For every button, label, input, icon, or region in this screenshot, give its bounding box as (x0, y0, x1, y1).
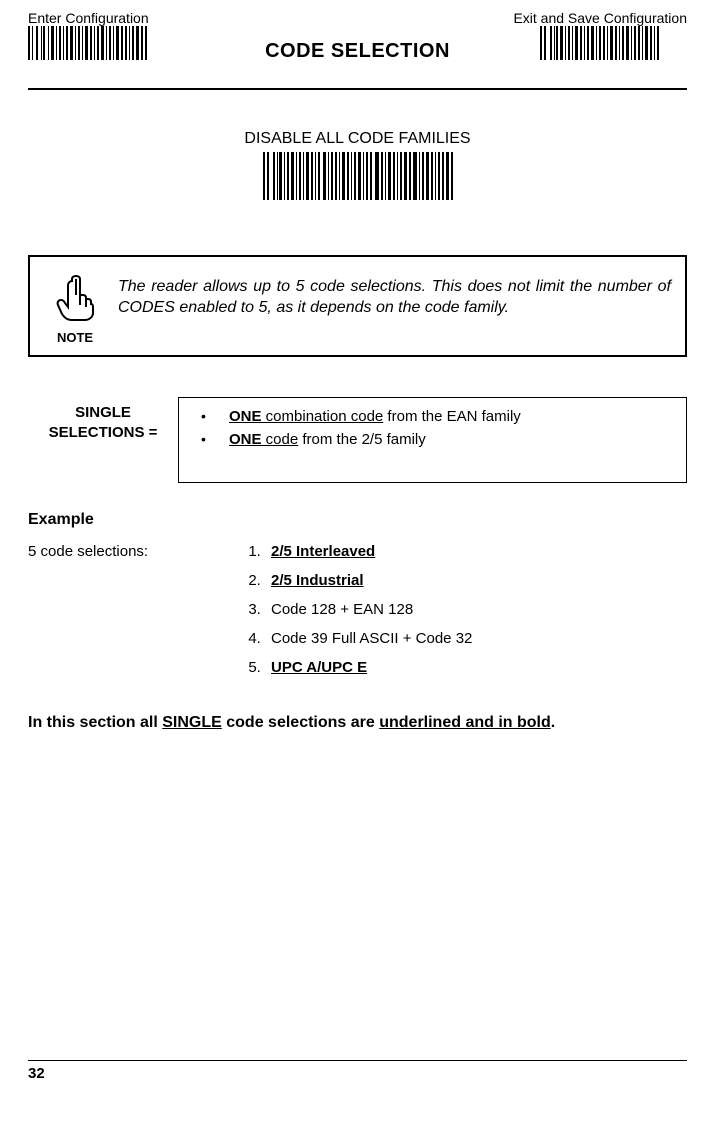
single-item-ean-underline: combination code (262, 408, 384, 425)
single-selections-label: SINGLE SELECTIONS = (28, 397, 178, 442)
single-item-25-underline: code (262, 431, 299, 448)
page-title: CODE SELECTION (28, 40, 687, 63)
exit-config-label: Exit and Save Configuration (513, 10, 687, 26)
single-label-line2: SELECTIONS = (49, 424, 158, 441)
enter-config-label: Enter Configuration (28, 10, 149, 26)
single-item-ean-rest: from the EAN family (383, 408, 521, 425)
header-row: Enter Configuration (28, 10, 687, 70)
single-item-ean-one: ONE (229, 408, 262, 425)
rule-pre: In this section all (28, 714, 162, 731)
example-left-label: 5 code selections: (28, 543, 243, 560)
single-item-25: ONE code from the 2/5 family (201, 431, 664, 448)
header-divider (28, 88, 687, 90)
example-item-1: 2/5 Interleaved (265, 543, 472, 560)
example-heading: Example (28, 511, 687, 529)
example-item-3-text: Code 128 + EAN 128 (271, 601, 413, 618)
pointing-hand-icon (55, 308, 95, 325)
rule-between: code selections are (222, 714, 379, 731)
disable-all-block: DISABLE ALL CODE FAMILIES (28, 130, 687, 205)
example-item-2: 2/5 Industrial (265, 572, 472, 589)
rule-text: In this section all SINGLE code selectio… (28, 714, 687, 732)
example-item-3: Code 128 + EAN 128 (265, 601, 472, 618)
disable-all-label: DISABLE ALL CODE FAMILIES (28, 130, 687, 148)
single-selections-row: SINGLE SELECTIONS = ONE combination code… (28, 397, 687, 483)
rule-mid: SINGLE (162, 714, 222, 731)
example-item-4: Code 39 Full ASCII + Code 32 (265, 630, 472, 647)
rule-end: underlined and in bold (379, 714, 551, 731)
example-item-2-text: 2/5 Industrial (271, 572, 364, 589)
example-item-5: UPC A/UPC E (265, 659, 472, 676)
disable-all-barcode (263, 152, 453, 200)
example-item-5-text: UPC A/UPC E (271, 659, 367, 676)
note-icon-block: NOTE (44, 275, 106, 345)
note-box: NOTE The reader allows up to 5 code sele… (28, 255, 687, 357)
single-label-line1: SINGLE (75, 404, 131, 421)
single-item-25-one: ONE (229, 431, 262, 448)
note-text: The reader allows up to 5 code selection… (118, 275, 671, 319)
note-label: NOTE (44, 330, 106, 345)
single-selections-box: ONE combination code from the EAN family… (178, 397, 687, 483)
example-row: 5 code selections: 2/5 Interleaved 2/5 I… (28, 543, 687, 688)
single-item-25-rest: from the 2/5 family (298, 431, 426, 448)
single-item-ean: ONE combination code from the EAN family (201, 408, 664, 425)
rule-dot: . (551, 714, 555, 731)
page-footer: 32 (28, 1060, 687, 1082)
example-item-4-text: Code 39 Full ASCII + Code 32 (271, 630, 472, 647)
example-list: 2/5 Interleaved 2/5 Industrial Code 128 … (243, 543, 472, 688)
example-item-1-text: 2/5 Interleaved (271, 543, 375, 560)
page-number: 32 (28, 1065, 687, 1082)
footer-divider (28, 1060, 687, 1061)
